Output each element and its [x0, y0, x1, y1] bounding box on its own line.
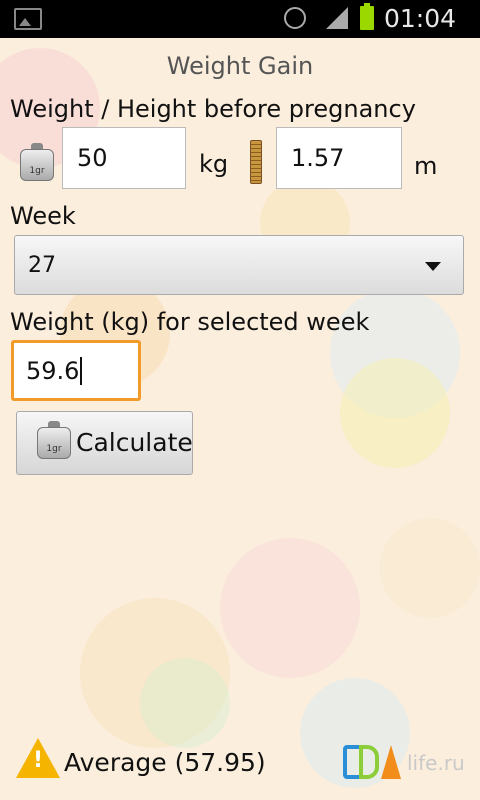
week-dropdown[interactable]: 27 [14, 235, 464, 295]
status-time: 01:04 [384, 4, 457, 33]
week-label: Week [10, 202, 76, 230]
weight-gain-screen: Weight Gain Weight / Height before pregn… [0, 0, 480, 800]
status-bar: 01:04 [0, 0, 480, 38]
pda-life-logo: life.ru [343, 745, 473, 783]
signal-icon [326, 7, 348, 29]
calculate-button-label: Calculate [76, 428, 193, 457]
current-weight-label: Weight (kg) for selected week [10, 308, 370, 336]
weight-before-input[interactable]: 50 [62, 127, 186, 189]
pre-pregnancy-label: Weight / Height before pregnancy [10, 95, 416, 123]
weight-unit: kg [199, 150, 229, 178]
page-title: Weight Gain [166, 52, 314, 80]
result-text: Average (57.95) [64, 748, 266, 777]
current-weight-input[interactable]: 59.6 [11, 340, 141, 401]
height-before-input[interactable]: 1.57 [276, 127, 402, 189]
alarm-icon [284, 7, 306, 29]
warning-icon: ! [16, 738, 60, 778]
image-notification-icon [14, 8, 42, 30]
week-selected-value: 27 [28, 252, 56, 278]
watermark-text: life.ru [407, 751, 465, 775]
weight-icon: 1gr [20, 143, 54, 181]
weight-icon: 1gr [37, 421, 71, 459]
text-cursor [80, 356, 83, 385]
height-unit: m [414, 152, 438, 180]
dropdown-arrow-icon [425, 262, 441, 271]
battery-icon [360, 3, 374, 30]
ruler-icon [250, 140, 262, 184]
calculate-button[interactable]: 1gr Calculate [16, 411, 193, 475]
